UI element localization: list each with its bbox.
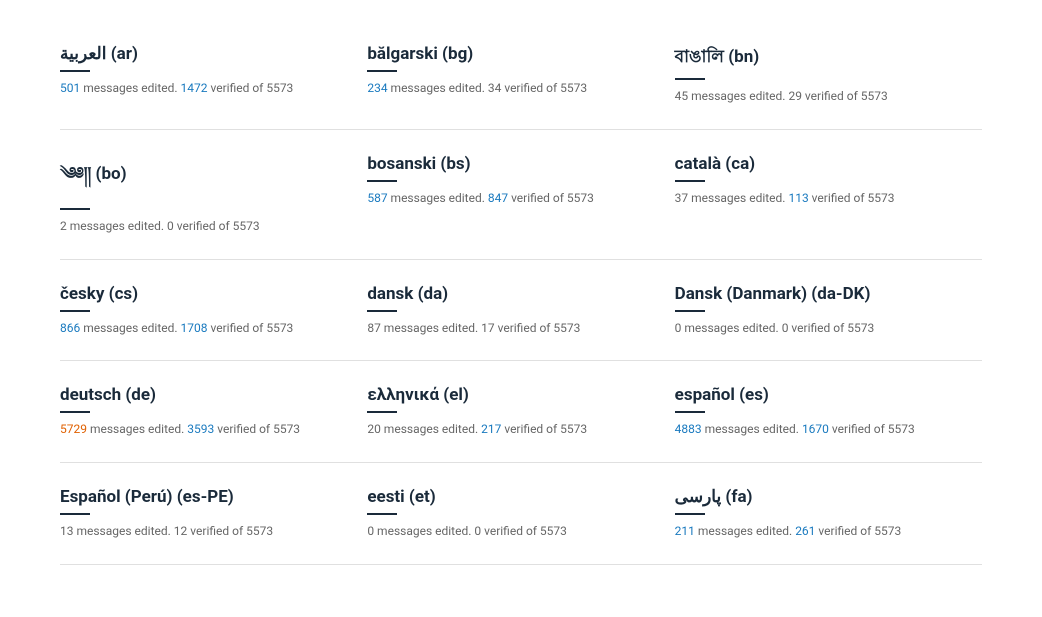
language-stats: 37 messages edited. 113 verified of 5573: [675, 190, 962, 207]
language-stats: 234 messages edited. 34 verified of 5573: [367, 80, 654, 97]
verified-count: 1472: [181, 81, 208, 95]
language-stats: 211 messages edited. 261 verified of 557…: [675, 523, 962, 540]
verified-count: 1670: [802, 422, 829, 436]
edited-count: 211: [675, 524, 695, 538]
verified-count: 34: [488, 81, 502, 95]
language-title: deutsch (de): [60, 385, 347, 405]
verified-count: 0: [782, 321, 789, 335]
verified-count: 12: [174, 524, 188, 538]
language-title: eesti (et): [367, 487, 654, 507]
language-stats: 4883 messages edited. 1670 verified of 5…: [675, 421, 962, 438]
language-divider: [675, 78, 705, 80]
language-stats: 587 messages edited. 847 verified of 557…: [367, 190, 654, 207]
language-stats: 866 messages edited. 1708 verified of 55…: [60, 320, 347, 337]
language-stats: 45 messages edited. 29 verified of 5573: [675, 88, 962, 105]
edited-count: 45: [675, 89, 689, 103]
verified-count: 217: [481, 422, 501, 436]
edited-count: 13: [60, 524, 74, 538]
language-item-bg[interactable]: bălgarski (bg) 234 messages edited. 34 v…: [367, 20, 674, 130]
language-item-ar[interactable]: العربية (ar) 501 messages edited. 1472 v…: [60, 20, 367, 130]
language-title: dansk (da): [367, 284, 654, 304]
language-divider: [675, 411, 705, 413]
language-item-cs[interactable]: česky (cs) 866 messages edited. 1708 ver…: [60, 260, 367, 362]
language-divider: [367, 310, 397, 312]
language-stats: 5729 messages edited. 3593 verified of 5…: [60, 421, 347, 438]
language-item-fa[interactable]: پارسی (fa) 211 messages edited. 261 veri…: [675, 463, 982, 565]
verified-count: 29: [788, 89, 802, 103]
language-title: ελληνικά (el): [367, 385, 654, 405]
edited-count: 0: [675, 321, 682, 335]
language-title: bălgarski (bg): [367, 44, 654, 64]
language-item-da-DK[interactable]: Dansk (Danmark) (da-DK) 0 messages edite…: [675, 260, 982, 362]
language-item-bs[interactable]: bosanski (bs) 587 messages edited. 847 v…: [367, 130, 674, 260]
language-divider: [60, 70, 90, 72]
language-item-bn[interactable]: বাঙালি (bn) 45 messages edited. 29 verif…: [675, 20, 982, 130]
language-divider: [60, 513, 90, 515]
edited-count: 4883: [675, 422, 702, 436]
edited-count: 20: [367, 422, 381, 436]
language-item-el[interactable]: ελληνικά (el) 20 messages edited. 217 ve…: [367, 361, 674, 463]
language-title: català (ca): [675, 154, 962, 174]
language-divider: [60, 208, 90, 210]
language-title: ༄༅།། (bo): [60, 154, 347, 202]
language-title: العربية (ar): [60, 44, 347, 64]
edited-count: 587: [367, 191, 387, 205]
language-divider: [675, 180, 705, 182]
language-stats: 501 messages edited. 1472 verified of 55…: [60, 80, 347, 97]
verified-count: 113: [788, 191, 808, 205]
language-stats: 20 messages edited. 217 verified of 5573: [367, 421, 654, 438]
language-divider: [60, 310, 90, 312]
language-divider: [367, 513, 397, 515]
language-item-et[interactable]: eesti (et) 0 messages edited. 0 verified…: [367, 463, 674, 565]
language-stats: 0 messages edited. 0 verified of 5573: [367, 523, 654, 540]
language-divider: [367, 70, 397, 72]
language-title: česky (cs): [60, 284, 347, 304]
language-title: bosanski (bs): [367, 154, 654, 174]
edited-count: 37: [675, 191, 689, 205]
language-title: Dansk (Danmark) (da-DK): [675, 284, 962, 304]
language-item-bo[interactable]: ༄༅།། (bo) 2 messages edited. 0 verified …: [60, 130, 367, 260]
language-stats: 0 messages edited. 0 verified of 5573: [675, 320, 962, 337]
verified-count: 1708: [181, 321, 208, 335]
edited-count: 0: [367, 524, 374, 538]
verified-count: 0: [167, 219, 174, 233]
edited-count: 87: [367, 321, 381, 335]
language-divider: [675, 513, 705, 515]
language-title: Español (Perú) (es-PE): [60, 487, 347, 507]
language-divider: [675, 310, 705, 312]
language-divider: [60, 411, 90, 413]
verified-count: 847: [488, 191, 508, 205]
verified-count: 0: [474, 524, 481, 538]
edited-count: 5729: [60, 422, 87, 436]
language-item-es[interactable]: español (es) 4883 messages edited. 1670 …: [675, 361, 982, 463]
language-divider: [367, 180, 397, 182]
language-item-ca[interactable]: català (ca) 37 messages edited. 113 veri…: [675, 130, 982, 260]
verified-count: 261: [795, 524, 815, 538]
edited-count: 2: [60, 219, 67, 233]
verified-count: 3593: [187, 422, 214, 436]
language-item-de[interactable]: deutsch (de) 5729 messages edited. 3593 …: [60, 361, 367, 463]
language-item-es-PE[interactable]: Español (Perú) (es-PE) 13 messages edite…: [60, 463, 367, 565]
edited-count: 866: [60, 321, 80, 335]
language-title: español (es): [675, 385, 962, 405]
language-stats: 13 messages edited. 12 verified of 5573: [60, 523, 347, 540]
language-divider: [367, 411, 397, 413]
language-title: پارسی (fa): [675, 487, 962, 507]
edited-count: 501: [60, 81, 80, 95]
edited-count: 234: [367, 81, 387, 95]
verified-count: 17: [481, 321, 495, 335]
language-item-da[interactable]: dansk (da) 87 messages edited. 17 verifi…: [367, 260, 674, 362]
language-stats: 87 messages edited. 17 verified of 5573: [367, 320, 654, 337]
language-stats: 2 messages edited. 0 verified of 5573: [60, 218, 347, 235]
language-title: বাঙালি (bn): [675, 44, 962, 72]
